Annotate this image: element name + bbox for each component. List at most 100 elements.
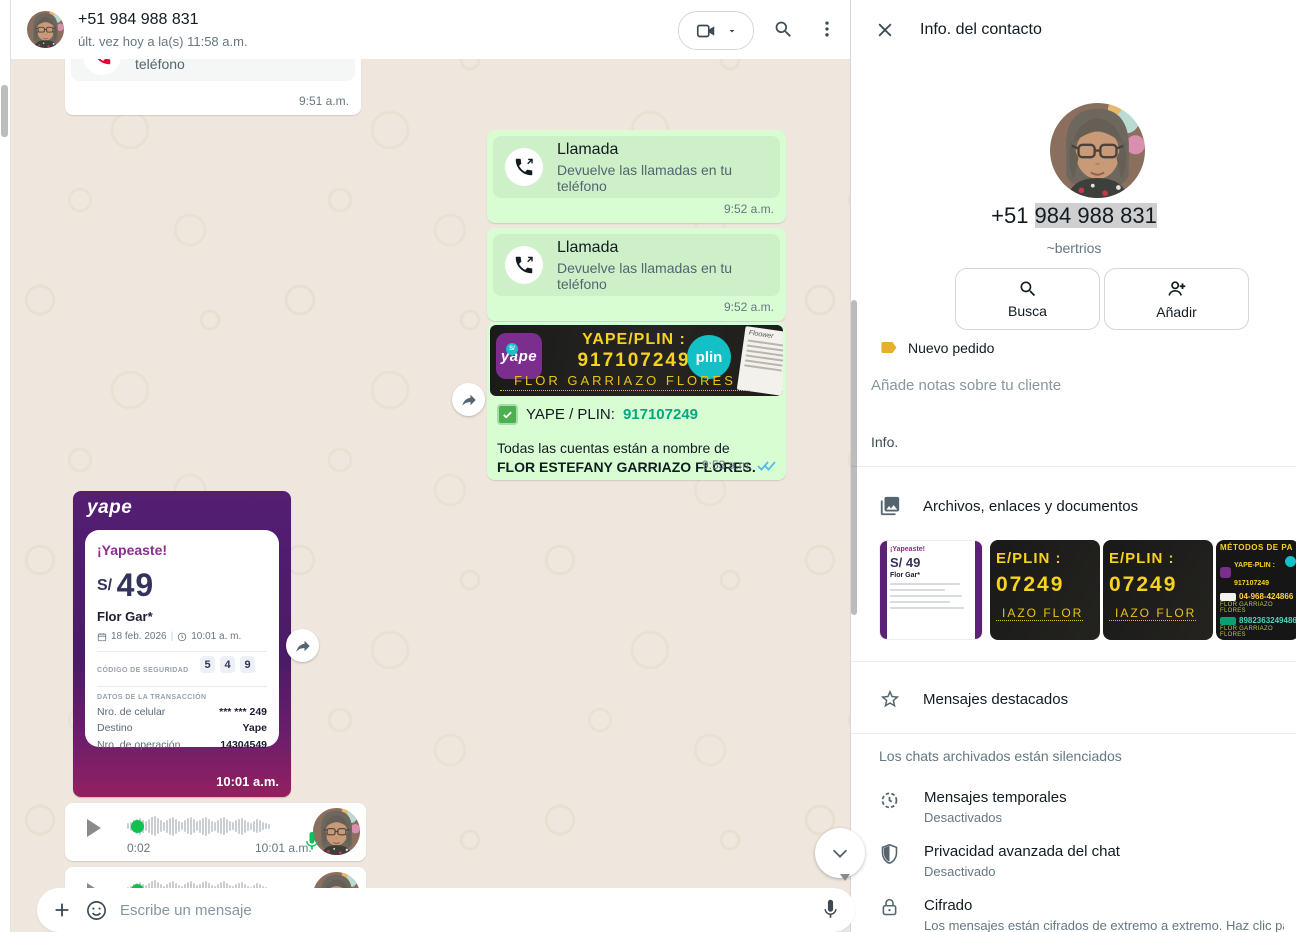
waveform-bar: [202, 818, 204, 835]
media-thumb-receipt[interactable]: ¡Yapeaste! S/ 49 Flor Gar*: [879, 540, 983, 640]
contact-name[interactable]: +51 984 988 831: [78, 11, 199, 29]
media-links-docs-row[interactable]: Archivos, enlaces y documentos: [879, 495, 1138, 517]
media-icon: [879, 495, 901, 517]
bbva-chip: [1220, 593, 1236, 601]
waveform-bar: [262, 822, 264, 830]
receipt-row: Nro. de celular*** *** 249: [97, 706, 267, 718]
waveform-bar: [205, 817, 207, 836]
search-icon[interactable]: [771, 17, 795, 41]
search-chat-button[interactable]: Busca: [955, 268, 1100, 330]
mic-icon[interactable]: [820, 898, 841, 922]
play-icon[interactable]: [87, 819, 101, 837]
starred-messages-row[interactable]: Mensajes destacados: [879, 688, 1068, 710]
image-timestamp: 10:01 a.m.: [216, 774, 279, 789]
waveform-bar: [250, 823, 252, 830]
banner-name: FLOR GARRIAZO FLORES: [500, 373, 750, 391]
call-title: Llamada: [557, 239, 768, 257]
waveform-bar: [166, 820, 168, 833]
forward-button[interactable]: [286, 629, 319, 662]
receipt-title: ¡Yapeaste!: [97, 542, 267, 558]
encryption-row[interactable]: Cifrado Los mensajes están cifrados de e…: [879, 897, 1289, 932]
waveform-bar: [238, 819, 240, 834]
timer-icon: [879, 789, 900, 810]
waveform-bar: [199, 820, 201, 833]
message-call-2[interactable]: Llamada Devuelve las llamadas en tu telé…: [487, 228, 786, 321]
setting-title: Privacidad avanzada del chat: [924, 843, 1284, 860]
disappearing-messages-row[interactable]: Mensajes temporales Desactivados: [879, 789, 1289, 825]
media-thumb-payment-methods[interactable]: MÉTODOS DE PA YAPE-PLIN : 917107249 04-9…: [1216, 540, 1296, 640]
divider: [851, 733, 1296, 734]
waveform-bar: [154, 816, 156, 836]
media-row-label: Archivos, enlaces y documentos: [923, 498, 1138, 515]
chat-list-edge: [0, 0, 11, 932]
waveform-bar: [145, 821, 147, 831]
waveform-bar: [244, 820, 246, 833]
video-call-button[interactable]: [678, 11, 754, 50]
outgoing-call-icon: [505, 148, 543, 186]
media-thumb-banner-2[interactable]: E/PLIN : 07249 IAZO FLOR: [1103, 540, 1213, 640]
call-box: Llamada Devuelve las llamadas en tu telé…: [493, 234, 780, 296]
transaction-label: DATOS DE LA TRANSACCIÓN: [97, 694, 267, 701]
search-button-label: Busca: [1008, 303, 1047, 319]
call-subtitle: Devuelve las llamadas en tu teléfono: [557, 162, 768, 194]
emoji-icon[interactable]: [85, 899, 108, 922]
message-yape-receipt-image[interactable]: yape ¡Yapeaste! S/ 49 Flor Gar* 18 feb. …: [73, 491, 291, 797]
contact-phone[interactable]: +51 984 988 831: [851, 203, 1296, 229]
add-contact-button[interactable]: Añadir: [1104, 268, 1249, 330]
video-camera-icon: [695, 20, 717, 42]
receipt-time-of-day: 10:01 a. m.: [191, 631, 241, 642]
waveform-position-dot[interactable]: [131, 820, 144, 833]
waveform-bar: [172, 817, 174, 836]
waveform-bar: [157, 818, 159, 834]
scrollbar-arrow-icon[interactable]: [840, 874, 850, 881]
receipt-payee: Flor Gar*: [97, 609, 267, 624]
setting-subtitle: Desactivado: [924, 864, 1284, 879]
media-thumb-banner[interactable]: E/PLIN : 07249 IAZO FLOR: [990, 540, 1100, 640]
caret-down-icon: [726, 25, 738, 37]
contact-avatar-large[interactable]: [1050, 103, 1145, 198]
waveform-bar: [211, 821, 213, 832]
receipt-row: Nro. de operación14304549: [97, 739, 267, 751]
forward-button[interactable]: [452, 383, 485, 416]
chat-list-scrollbar[interactable]: [1, 85, 8, 137]
waveform-bar: [190, 817, 192, 835]
waveform[interactable]: [127, 813, 307, 839]
scroll-to-bottom-button[interactable]: [815, 828, 865, 878]
menu-kebab-icon[interactable]: [815, 17, 839, 41]
waveform-bar: [226, 819, 228, 833]
client-notes-input[interactable]: Añade notas sobre tu cliente: [871, 377, 1061, 394]
waveform-bar: [241, 818, 243, 835]
waveform-bar: [163, 822, 165, 831]
payment-label: YAPE / PLIN:: [526, 406, 615, 423]
payment-number[interactable]: 917107249: [623, 406, 698, 423]
last-seen-status: últ. vez hoy a la(s) 11:58 a.m.: [78, 34, 248, 49]
contact-avatar[interactable]: [27, 11, 64, 48]
payment-line1: Todas las cuentas están a nombre de: [497, 440, 730, 456]
clock-icon: [177, 632, 187, 642]
payment-banner-image[interactable]: yape S/ YAPE/PLIN : 917107249 plin Floow…: [490, 325, 783, 396]
receipt-amount: 49: [117, 567, 155, 603]
read-ticks-icon: [757, 459, 776, 472]
add-button-label: Añadir: [1156, 304, 1196, 320]
message-input[interactable]: Escribe un mensaje: [120, 902, 808, 919]
new-order-row[interactable]: Nuevo pedido: [879, 338, 994, 357]
message-voice-1[interactable]: 0:02 10:01 a.m.: [65, 803, 366, 861]
close-icon[interactable]: [875, 20, 895, 40]
search-icon: [1018, 279, 1038, 299]
chat-header: +51 984 988 831 últ. vez hoy a la(s) 11:…: [10, 0, 850, 59]
attach-plus-icon[interactable]: [51, 899, 73, 921]
yape-sol-badge: S/: [506, 343, 518, 355]
chat-scrollbar[interactable]: [851, 300, 857, 615]
advanced-chat-privacy-row[interactable]: Privacidad avanzada del chat Desactivado: [879, 843, 1289, 879]
waveform-bar: [223, 817, 225, 835]
call-box: Llamada Devuelve las llamadas en tu telé…: [493, 136, 780, 198]
message-payment-info[interactable]: yape S/ YAPE/PLIN : 917107249 plin Floow…: [487, 322, 786, 480]
shield-icon: [879, 843, 900, 864]
receipt-card: ¡Yapeaste! S/ 49 Flor Gar* 18 feb. 2026 …: [85, 530, 279, 747]
outgoing-call-icon: [505, 246, 543, 284]
info-section-label: Info.: [871, 434, 898, 450]
thumb-payee: Flor Gar*: [890, 572, 976, 579]
message-call-1[interactable]: Llamada Devuelve las llamadas en tu telé…: [487, 130, 786, 223]
star-icon: [879, 688, 901, 710]
waveform-bar: [196, 821, 198, 831]
